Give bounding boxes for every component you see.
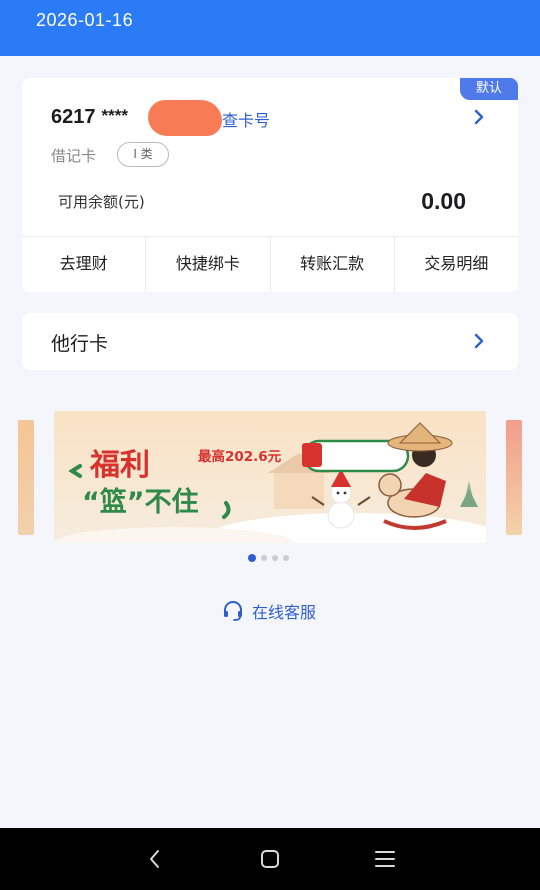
- headset-icon: [224, 601, 242, 621]
- transaction-details-button[interactable]: 交易明细: [395, 237, 518, 292]
- banner-promo-amount: 最高202.6元: [198, 448, 282, 465]
- banner-headline-1: 福利: [89, 448, 150, 483]
- other-bank-label: 他行卡: [51, 333, 109, 355]
- date-label: 2026-01-16: [36, 10, 134, 30]
- pagination-dot[interactable]: [261, 555, 267, 561]
- promo-banner-art: 福利 “篮”不住 最高202.6元: [54, 411, 486, 543]
- view-card-number-link[interactable]: 查卡号: [222, 107, 270, 131]
- default-badge: 默认: [460, 78, 518, 100]
- quick-bind-button[interactable]: 快捷绑卡: [146, 237, 271, 292]
- other-bank-card-row[interactable]: 他行卡: [22, 313, 518, 370]
- card-number-mask: ****: [101, 106, 128, 125]
- wealth-button[interactable]: 去理财: [22, 237, 147, 292]
- card-type-label: 借记卡: [51, 147, 97, 165]
- chevron-right-icon: [474, 333, 484, 349]
- pagination-dot[interactable]: [272, 555, 278, 561]
- balance-label: 可用余额(元): [58, 193, 145, 211]
- card-number-prefix: 6217: [51, 106, 96, 128]
- system-nav-bar: [0, 828, 540, 890]
- card-number: 6217 ****: [51, 106, 128, 129]
- online-service-link[interactable]: 在线客服: [222, 599, 316, 623]
- chevron-right-icon[interactable]: [470, 108, 488, 126]
- card-actions: 去理财 快捷绑卡 转账汇款 交易明细: [22, 236, 518, 292]
- pagination-dot[interactable]: [283, 555, 289, 561]
- redaction-mark: [148, 100, 222, 136]
- banner-pagination: [248, 554, 289, 562]
- home-icon[interactable]: [258, 847, 282, 871]
- transfer-button[interactable]: 转账汇款: [271, 237, 395, 292]
- balance-value: 0.00: [421, 188, 466, 214]
- status-header: 2026-01-16: [0, 0, 540, 56]
- card-class-tag: I 类: [117, 142, 169, 167]
- online-service-label: 在线客服: [252, 603, 317, 622]
- banner-headline-2: “篮”不住: [82, 486, 199, 518]
- menu-icon[interactable]: [373, 847, 397, 871]
- debit-card-panel: 默认 6217 **** 查卡号 借记卡 I 类 可用余额(元) 0.00 去理财…: [22, 78, 518, 292]
- pagination-dot-active[interactable]: [248, 554, 256, 562]
- promo-banner[interactable]: 福利 “篮”不住 最高202.6元: [54, 411, 486, 543]
- next-banner-peek[interactable]: [506, 420, 522, 535]
- prev-banner-peek[interactable]: [18, 420, 34, 535]
- back-icon[interactable]: [143, 847, 167, 871]
